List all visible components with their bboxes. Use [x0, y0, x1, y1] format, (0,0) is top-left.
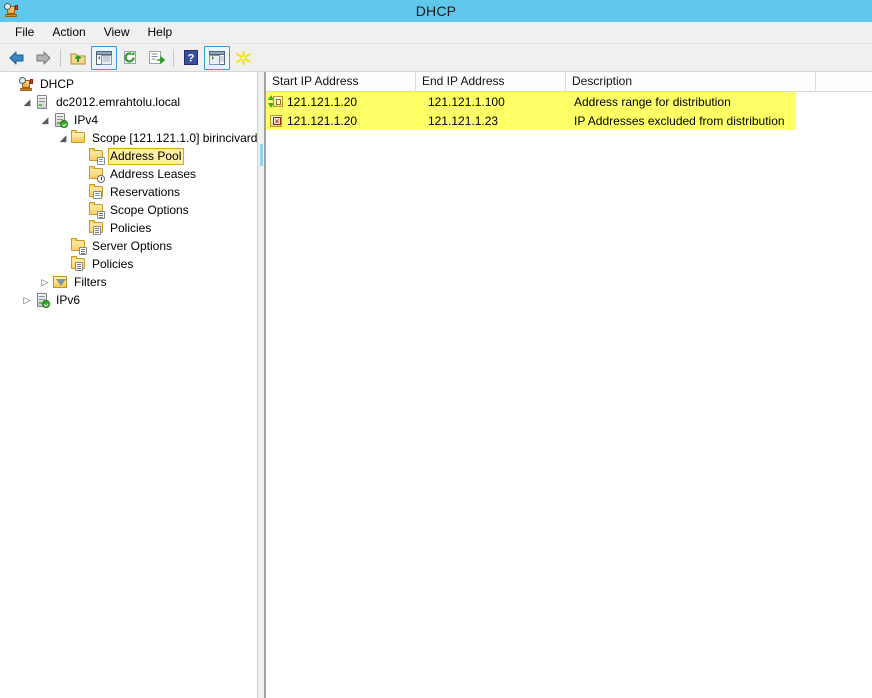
back-arrow-icon[interactable]: [4, 46, 30, 70]
server-icon: [34, 94, 50, 110]
row-description-cell: Address range for distribution: [574, 94, 731, 109]
address-range-icon: [268, 94, 284, 110]
tree-node-ipv4[interactable]: ◢ IPv4: [0, 111, 257, 129]
menu-bar: File Action View Help: [0, 22, 872, 44]
twist-placeholder-icon: ▷: [74, 219, 88, 237]
tree-node-label: Address Leases: [110, 166, 197, 181]
chevron-collapsed-icon[interactable]: ▷: [20, 291, 34, 309]
scope-options-folder-icon: [88, 202, 105, 219]
help-icon[interactable]: ?: [178, 46, 204, 70]
column-header-description[interactable]: Description: [566, 72, 816, 91]
twist-placeholder-icon: ▷: [4, 75, 18, 93]
tree-node-label: Address Pool: [108, 147, 185, 165]
tree-node-label: DHCP: [40, 76, 75, 91]
toolbar-separator: [173, 48, 174, 67]
forward-arrow-icon[interactable]: [30, 46, 56, 70]
column-header-filler[interactable]: [816, 72, 872, 91]
dhcp-console-window: DHCP File Action View Help ? DHCP ◢ dc20…: [0, 0, 872, 698]
tree-node-label: IPv4: [74, 112, 99, 127]
tree-node-label: Policies: [92, 256, 134, 271]
console-tree-pane: ▷ DHCP ◢ dc2012.emrahtolu.local ◢ IPv4 ◢…: [0, 72, 257, 698]
show-hide-console-tree-icon[interactable]: [91, 45, 117, 70]
tree-node-reservations[interactable]: ▷ Reservations: [0, 183, 257, 201]
policies-folder-icon: [88, 220, 104, 236]
reservations-folder-icon: [88, 184, 104, 200]
export-list-icon[interactable]: [143, 46, 169, 70]
row-start-ip-cell: × 121.121.1.20: [266, 112, 416, 130]
table-row[interactable]: 121.121.1.20 121.121.1.100 Address range…: [266, 92, 796, 111]
tree-node-scope-options[interactable]: ▷ Scope Options: [0, 201, 257, 219]
tree-node-label: Server Options: [92, 238, 173, 253]
server-options-folder-icon: [70, 238, 87, 255]
row-description-cell: IP Addresses excluded from distribution: [574, 113, 785, 128]
twist-placeholder-icon: ▷: [74, 147, 88, 165]
menu-item-help[interactable]: Help: [139, 23, 182, 42]
address-pool-folder-icon: [88, 148, 105, 165]
row-start-ip-cell: 121.121.1.20: [266, 93, 416, 111]
tree-node-label: Scope [121.121.1.0] birincivardiya: [92, 130, 257, 145]
twist-placeholder-icon: ▷: [74, 165, 88, 183]
twist-placeholder-icon: ▷: [56, 255, 70, 273]
title-bar: DHCP: [0, 0, 872, 22]
tree-node-address-pool[interactable]: ▷ Address Pool: [0, 147, 257, 165]
filter-funnel-icon: [52, 274, 68, 290]
tree-node-label: Scope Options: [110, 202, 189, 217]
chevron-expanded-icon[interactable]: ◢: [56, 129, 70, 147]
chevron-collapsed-icon[interactable]: ▷: [38, 273, 52, 291]
tree-node-label: Filters: [74, 274, 107, 289]
menu-item-file[interactable]: File: [6, 23, 43, 42]
row-end-ip-cell: 121.121.1.23: [428, 113, 499, 128]
tree-node-server-policies[interactable]: ▷ Policies: [0, 255, 257, 273]
tree-node-dhcp-root[interactable]: ▷ DHCP: [0, 75, 257, 93]
list-rows-container: 121.121.1.20 121.121.1.100 Address range…: [266, 92, 872, 698]
column-header-start-ip[interactable]: Start IP Address: [266, 72, 416, 91]
tree-node-label: Policies: [110, 220, 152, 235]
address-leases-folder-icon: [88, 166, 105, 183]
list-column-header-row: Start IP Address End IP Address Descript…: [266, 72, 872, 92]
twist-placeholder-icon: ▷: [74, 201, 88, 219]
twist-placeholder-icon: ▷: [56, 237, 70, 255]
tree-node-label: Reservations: [110, 184, 181, 199]
tree-node-filters[interactable]: ▷ Filters: [0, 273, 257, 291]
table-row[interactable]: × 121.121.1.20 121.121.1.23 IP Addresses…: [266, 111, 796, 130]
tree-node-ipv6[interactable]: ▷ IPv6: [0, 291, 257, 309]
tree-node-scope-policies[interactable]: ▷ Policies: [0, 219, 257, 237]
new-scope-star-icon[interactable]: [230, 46, 256, 70]
start-ip-value: 121.121.1.20: [287, 94, 358, 109]
refresh-icon[interactable]: [117, 46, 143, 70]
start-ip-value: 121.121.1.20: [287, 113, 358, 128]
details-list-pane: Start IP Address End IP Address Descript…: [265, 72, 872, 698]
chevron-expanded-icon[interactable]: ◢: [38, 111, 52, 129]
toolbar: ?: [0, 44, 872, 72]
address-exclusion-icon: ×: [268, 113, 284, 129]
menu-item-action[interactable]: Action: [43, 23, 94, 42]
tree-node-server[interactable]: ◢ dc2012.emrahtolu.local: [0, 93, 257, 111]
tree-node-address-leases[interactable]: ▷ Address Leases: [0, 165, 257, 183]
console-body: ▷ DHCP ◢ dc2012.emrahtolu.local ◢ IPv4 ◢…: [0, 72, 872, 698]
window-title: DHCP: [415, 3, 457, 19]
tree-node-label: IPv6: [56, 292, 81, 307]
dhcp-server-icon: [18, 76, 34, 92]
row-end-ip-cell: 121.121.1.100: [428, 94, 505, 109]
up-one-level-folder-icon[interactable]: [65, 46, 91, 70]
properties-window-icon[interactable]: [204, 45, 230, 70]
tree-node-label: dc2012.emrahtolu.local: [56, 94, 181, 109]
server-ok-icon: [34, 292, 50, 308]
server-ok-icon: [52, 112, 68, 128]
menu-item-view[interactable]: View: [95, 23, 139, 42]
tree-node-scope[interactable]: ◢ Scope [121.121.1.0] birincivardiya: [0, 129, 257, 147]
toolbar-separator: [60, 48, 61, 67]
column-header-end-ip[interactable]: End IP Address: [416, 72, 566, 91]
tree-node-server-options[interactable]: ▷ Server Options: [0, 237, 257, 255]
policies-folder-icon: [70, 256, 86, 272]
svg-text:?: ?: [188, 53, 195, 65]
twist-placeholder-icon: ▷: [74, 183, 88, 201]
pane-splitter[interactable]: [257, 72, 265, 698]
folder-icon: [70, 130, 86, 146]
chevron-expanded-icon[interactable]: ◢: [20, 93, 34, 111]
